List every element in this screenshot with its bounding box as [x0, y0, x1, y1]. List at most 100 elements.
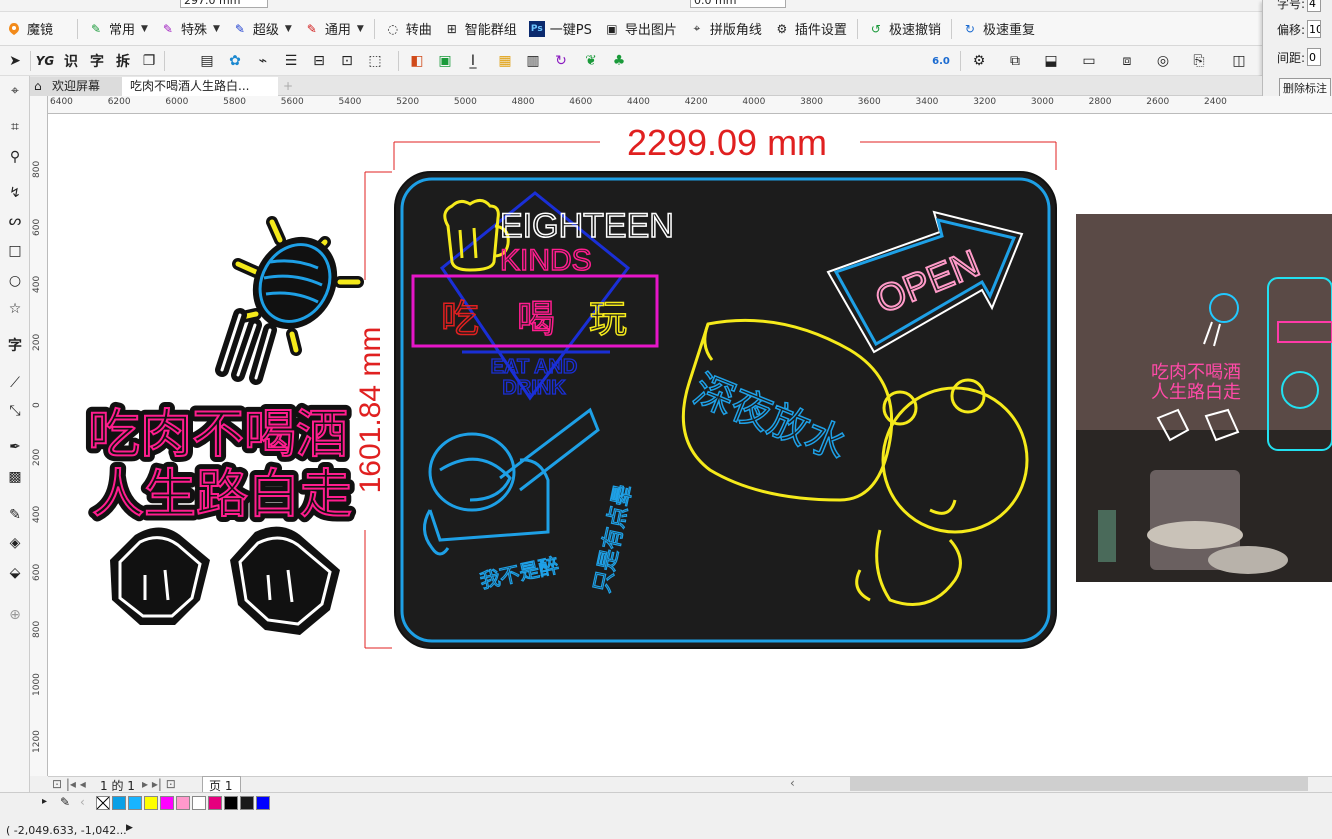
fill-tool-icon[interactable]: ◈ — [4, 532, 26, 554]
ellipse-tool-icon[interactable]: ○ — [4, 270, 26, 292]
char-button[interactable]: 字 — [86, 50, 108, 72]
crop-marks-button[interactable]: ⌖ 拼版角线 — [683, 16, 768, 42]
gear-shape-icon[interactable]: ⚙ — [968, 50, 990, 72]
horizontal-scrollbar[interactable] — [850, 777, 1308, 791]
rectangle-tool-icon[interactable]: □ — [4, 240, 26, 262]
reference-photo[interactable]: 吃肉不喝酒 人生路白走 — [1076, 214, 1332, 582]
weld-icon[interactable]: ⧉ — [1004, 50, 1026, 72]
ruler-tick-label: 800 — [32, 160, 42, 178]
plugin-settings-button[interactable]: ⚙ 插件设置 — [768, 16, 853, 42]
redo-icon: ↻ — [964, 21, 975, 36]
node-edit-icon[interactable]: ⌖ — [4, 80, 26, 102]
color-swatch[interactable] — [160, 796, 174, 810]
smart-group-button[interactable]: ⊞ 智能群组 — [438, 16, 523, 42]
trim-icon[interactable]: ⬓ — [1040, 50, 1062, 72]
fast-undo-button[interactable]: ↺ 极速撤销 — [862, 16, 947, 42]
freehand-tool-icon[interactable]: ↯ — [4, 182, 26, 204]
connector-tool-icon[interactable]: ⤡ — [4, 400, 26, 422]
add-tool-icon[interactable]: ⊕ — [4, 604, 26, 626]
select-icon[interactable]: ⬚ — [364, 50, 386, 72]
offset-field[interactable]: 0.0 mm — [690, 0, 786, 8]
color-swatch[interactable] — [176, 796, 190, 810]
spacing-input[interactable] — [1307, 48, 1322, 66]
color-swatch[interactable] — [208, 796, 222, 810]
one-key-ps-button[interactable]: Ps 一键PS — [523, 16, 598, 42]
ruler-tick-label: 5200 — [396, 97, 420, 107]
dropshadow-tool-icon[interactable]: ✒ — [4, 436, 26, 458]
next-page-icon[interactable]: ▸ ▸| ⊡ — [142, 777, 176, 791]
distribute-icon[interactable]: ⊡ — [336, 50, 358, 72]
arrange-icon[interactable]: ◧ — [406, 50, 428, 72]
slogan-graphic[interactable]: 吃肉不喝酒 吃肉不喝酒 人生路白走 人生路白走 — [82, 399, 358, 531]
scroll-left-icon[interactable]: ‹ — [790, 776, 795, 790]
recognize-button[interactable]: 识 — [60, 50, 82, 72]
zoom-tool-icon[interactable]: ⚲ — [4, 146, 26, 168]
microphone-graphic[interactable] — [215, 216, 364, 385]
copy-icon[interactable]: ❐ — [138, 50, 160, 72]
node-icon[interactable]: ⌁ — [252, 50, 274, 72]
common-menu[interactable]: ✎ 常用 ▼ — [82, 16, 154, 42]
height-field[interactable]: 297.0 mm — [180, 0, 268, 8]
new-tab-icon[interactable]: + — [280, 77, 296, 96]
grid-icon[interactable]: ▥ — [522, 50, 544, 72]
align-icon[interactable]: ⊟ — [308, 50, 330, 72]
panel-icon[interactable]: ◫ — [1228, 50, 1250, 72]
beer-mugs-graphic[interactable] — [110, 526, 340, 635]
color-swatch[interactable] — [240, 796, 254, 810]
transparency-tool-icon[interactable]: ▩ — [4, 466, 26, 488]
convert-curve-button[interactable]: ◌ 转曲 — [379, 16, 438, 42]
ruler-tick-label: 400 — [32, 275, 42, 293]
vertical-ruler[interactable]: 800 600 400 200 0 200 400 600 800 1000 1200 — [30, 96, 48, 776]
eyedropper-icon[interactable]: ✎ — [4, 504, 26, 526]
palette-left-icon[interactable]: ‹ — [80, 795, 85, 809]
general-menu[interactable]: ✎ 通用 ▼ — [298, 16, 370, 42]
color-swatch[interactable] — [256, 796, 270, 810]
color-swatch[interactable] — [112, 796, 126, 810]
tab-welcome[interactable]: ⌂ 欢迎屏幕 — [30, 77, 122, 96]
bars-icon[interactable]: ▦ — [494, 50, 516, 72]
no-color-swatch[interactable] — [96, 796, 110, 810]
eyedropper-icon[interactable]: ✎ — [60, 795, 70, 809]
artistic-media-icon[interactable]: ᔕ — [4, 210, 26, 232]
color-swatch[interactable] — [192, 796, 206, 810]
target-icon[interactable]: ◎ — [1152, 50, 1174, 72]
export-image-button[interactable]: ▣ 导出图片 — [598, 16, 683, 42]
offset-input[interactable] — [1307, 20, 1322, 38]
split-button[interactable]: 拆 — [112, 50, 134, 72]
frame-icon[interactable]: ▣ — [434, 50, 456, 72]
smart-fill-icon[interactable]: ⬙ — [4, 562, 26, 584]
tab-document[interactable]: 吃肉不喝酒人生路白... — [122, 77, 278, 96]
drawing-canvas[interactable]: 2299.09 mm 1601.84 mm 吃肉不喝酒 吃肉不喝酒 人生路白走 … — [48, 114, 1332, 776]
text-align-icon[interactable]: I̲ — [462, 50, 484, 72]
flower-icon[interactable]: ✿ — [224, 50, 246, 72]
color-swatch[interactable] — [128, 796, 142, 810]
expand-icon[interactable]: ▶ — [126, 823, 133, 833]
ruler-tick-label: 6200 — [107, 97, 131, 107]
color-swatch[interactable] — [144, 796, 158, 810]
font-size-input[interactable] — [1307, 0, 1322, 12]
text-tool-icon[interactable]: 字 — [4, 334, 26, 356]
table-icon[interactable]: ▤ — [196, 50, 218, 72]
mirror-menu[interactable]: 魔镜 — [0, 16, 59, 42]
dimension-tool-icon[interactable]: ⟋ — [4, 372, 26, 394]
refresh-icon[interactable]: ↻ — [550, 50, 572, 72]
ruler-tick-label: 5000 — [453, 97, 477, 107]
intersect-icon[interactable]: ▭ — [1078, 50, 1100, 72]
polygon-tool-icon[interactable]: ☆ — [4, 298, 26, 320]
first-page-icon[interactable]: ⊡ |◂ ◂ — [52, 777, 86, 791]
crop-tool-icon[interactable]: ⌗ — [4, 116, 26, 138]
yg-icon[interactable]: YG — [34, 50, 56, 72]
lines-icon[interactable]: ☰ — [280, 50, 302, 72]
special-menu[interactable]: ✎ 特殊 ▼ — [154, 16, 226, 42]
doc-icon[interactable]: ⎘ — [1188, 50, 1210, 72]
cut-version-badge[interactable]: 6.0 — [930, 50, 952, 72]
plant-icon[interactable]: ♣ — [608, 50, 630, 72]
palette-arrow-icon[interactable]: ▸ — [42, 796, 47, 807]
horizontal-ruler[interactable]: 6400 6200 6000 5800 5600 5400 5200 5000 4800 4600… — [48, 96, 1332, 114]
pick-tool-icon[interactable]: ➤ — [4, 50, 26, 72]
super-menu[interactable]: ✎ 超级 ▼ — [226, 16, 298, 42]
fast-redo-button[interactable]: ↻ 极速重复 — [956, 16, 1041, 42]
leaf-icon[interactable]: ❦ — [580, 50, 602, 72]
color-swatch[interactable] — [224, 796, 238, 810]
combine-icon[interactable]: ⧈ — [1116, 50, 1138, 72]
